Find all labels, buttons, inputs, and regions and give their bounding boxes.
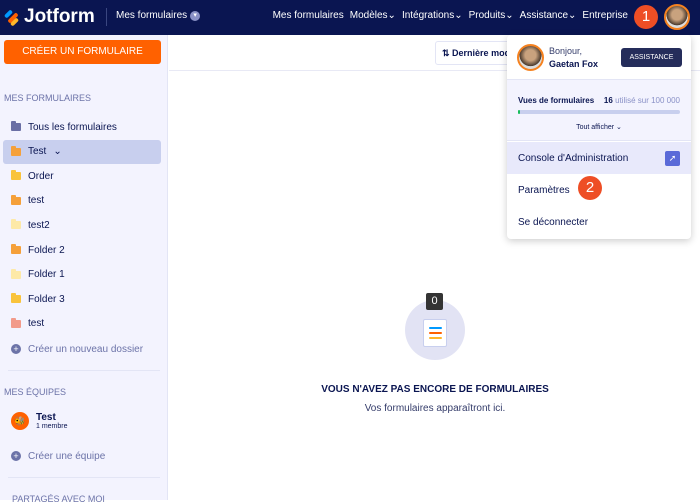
team-members: 1 membre <box>36 423 68 430</box>
my-forms-heading: MES FORMULAIRES <box>4 93 92 103</box>
my-forms-label: Mes formulaires <box>116 10 188 21</box>
plus-icon: + <box>11 451 21 461</box>
folder-item[interactable]: Test ⌄ <box>3 139 161 164</box>
jotform-logo[interactable]: Jotform <box>3 6 95 28</box>
usage-used: 16 <box>603 96 613 105</box>
folder-icon <box>11 244 21 254</box>
team-name: Test <box>36 412 56 423</box>
my-forms-menu[interactable]: Mes formulaires ▾ <box>116 10 201 21</box>
create-team-label: Créer une équipe <box>28 450 106 462</box>
folder-item[interactable]: Folder 2 <box>3 238 161 262</box>
header-divider <box>106 8 107 26</box>
nav-label: Produits <box>468 10 506 21</box>
greeting: Bonjour, <box>549 46 583 56</box>
nav-products[interactable]: Produits⌄ <box>469 10 514 21</box>
user-name: Gaetan Fox <box>549 59 599 69</box>
nav-label: Modèles <box>349 10 388 21</box>
folder-icon <box>11 170 21 181</box>
folder-icon <box>11 145 21 156</box>
plus-icon: + <box>11 344 21 354</box>
folder-item[interactable]: Folder 1 <box>3 263 161 287</box>
logout-item[interactable]: Se déconnecter <box>507 206 691 238</box>
form-count-bubble: 0 <box>426 293 443 310</box>
step-badge-2: 2 <box>578 176 602 200</box>
folder-item[interactable]: Order <box>3 164 161 188</box>
folder-icon <box>11 293 21 304</box>
folder-icon <box>11 268 21 279</box>
folder-icon <box>11 121 21 131</box>
team-item[interactable]: 🐝 Test 1 membre <box>3 407 161 435</box>
empty-subtitle: Vos formulaires apparaîtront ici. <box>364 403 506 414</box>
user-dropdown: Bonjour, Gaetan Fox ASSISTANCE Vues de f… <box>507 35 691 239</box>
step-badge-1: 1 <box>634 5 658 29</box>
nav-label: Assistance <box>519 10 569 21</box>
nav-integrations[interactable]: Intégrations⌄ <box>402 10 463 21</box>
sort-button[interactable]: ⇅ Dernière modification <box>435 41 515 65</box>
usage-progress-bar <box>518 110 680 114</box>
assistance-button[interactable]: ASSISTANCE <box>621 48 682 67</box>
folder-label: Folder 3 <box>28 293 65 305</box>
folder-label: Test <box>28 146 47 158</box>
nav-label: Intégrations <box>401 10 455 21</box>
create-team-button[interactable]: + Créer une équipe <box>3 444 161 468</box>
dropdown-avatar <box>517 44 544 71</box>
folder-label: test <box>28 195 45 207</box>
folder-icon <box>11 219 21 230</box>
team-bee-icon: 🐝 <box>11 412 29 430</box>
my-teams-heading: MES ÉQUIPES <box>4 387 67 397</box>
user-avatar-button[interactable] <box>664 4 690 30</box>
nav-my-forms[interactable]: Mes formulaires <box>273 10 344 21</box>
sort-icon: ⇅ <box>442 48 453 58</box>
nav-enterprise[interactable]: Entreprise <box>582 10 628 21</box>
folder-icon <box>11 194 21 205</box>
divider <box>8 477 160 478</box>
divider <box>8 370 160 371</box>
settings-label: Paramètres <box>518 184 570 196</box>
folder-item[interactable]: test <box>3 189 161 213</box>
admin-console-label: Console d'Administration <box>518 152 629 164</box>
folder-label: Folder 1 <box>28 269 65 281</box>
folder-icon <box>11 317 21 328</box>
rocket-icon: ➚ <box>665 150 680 166</box>
empty-title: VOUS N'AVEZ PAS ENCORE DE FORMULAIRES <box>321 384 549 395</box>
folder-item[interactable]: Tous les formulaires <box>3 115 161 139</box>
folder-label: Order <box>28 170 54 182</box>
folder-item[interactable]: Folder 3 <box>3 287 161 311</box>
create-form-button[interactable]: CRÉER UN FORMULAIRE <box>4 40 161 64</box>
create-folder-label: Créer un nouveau dossier <box>28 343 144 355</box>
folder-label: Folder 2 <box>28 244 65 256</box>
chevron-down-icon: ▾ <box>190 10 201 21</box>
show-all-label: Tout afficher <box>576 124 615 131</box>
nav-support[interactable]: Assistance⌄ <box>520 10 577 21</box>
top-header: Jotform Mes formulaires ▾ Mes formulaires… <box>0 0 700 35</box>
usage-panel: Vues de formulaires 16 utilisé sur 100 0… <box>507 79 691 141</box>
shared-heading: PARTAGÉS AVEC MOI <box>12 494 105 504</box>
usage-label: Vues de formulaires <box>518 96 595 105</box>
admin-console-item[interactable]: Console d'Administration ➚ <box>507 142 691 174</box>
folder-label: test2 <box>28 219 50 231</box>
jotform-logo-icon <box>3 8 20 27</box>
sort-label: Dernière modification <box>452 48 514 58</box>
main-nav: Mes formulaires Modèles⌄ Intégrations⌄ P… <box>273 10 628 21</box>
folder-item[interactable]: test <box>3 312 161 336</box>
folder-label: test <box>28 318 45 330</box>
usage-rest: utilisé sur 100 000 <box>615 96 680 105</box>
create-folder-button[interactable]: + Créer un nouveau dossier <box>3 337 161 361</box>
nav-templates[interactable]: Modèles⌄ <box>350 10 396 21</box>
folder-label: Tous les formulaires <box>28 121 117 133</box>
logo-text: Jotform <box>24 6 95 27</box>
sidebar: CRÉER UN FORMULAIRE MES FORMULAIRES Tous… <box>0 35 168 504</box>
chevron-down-icon: ⌄ <box>53 146 62 158</box>
logout-label: Se déconnecter <box>518 216 589 228</box>
folder-item[interactable]: test2 <box>3 213 161 237</box>
form-document-icon <box>423 319 447 347</box>
show-all-link[interactable]: Tout afficher ⌄ <box>507 123 691 131</box>
